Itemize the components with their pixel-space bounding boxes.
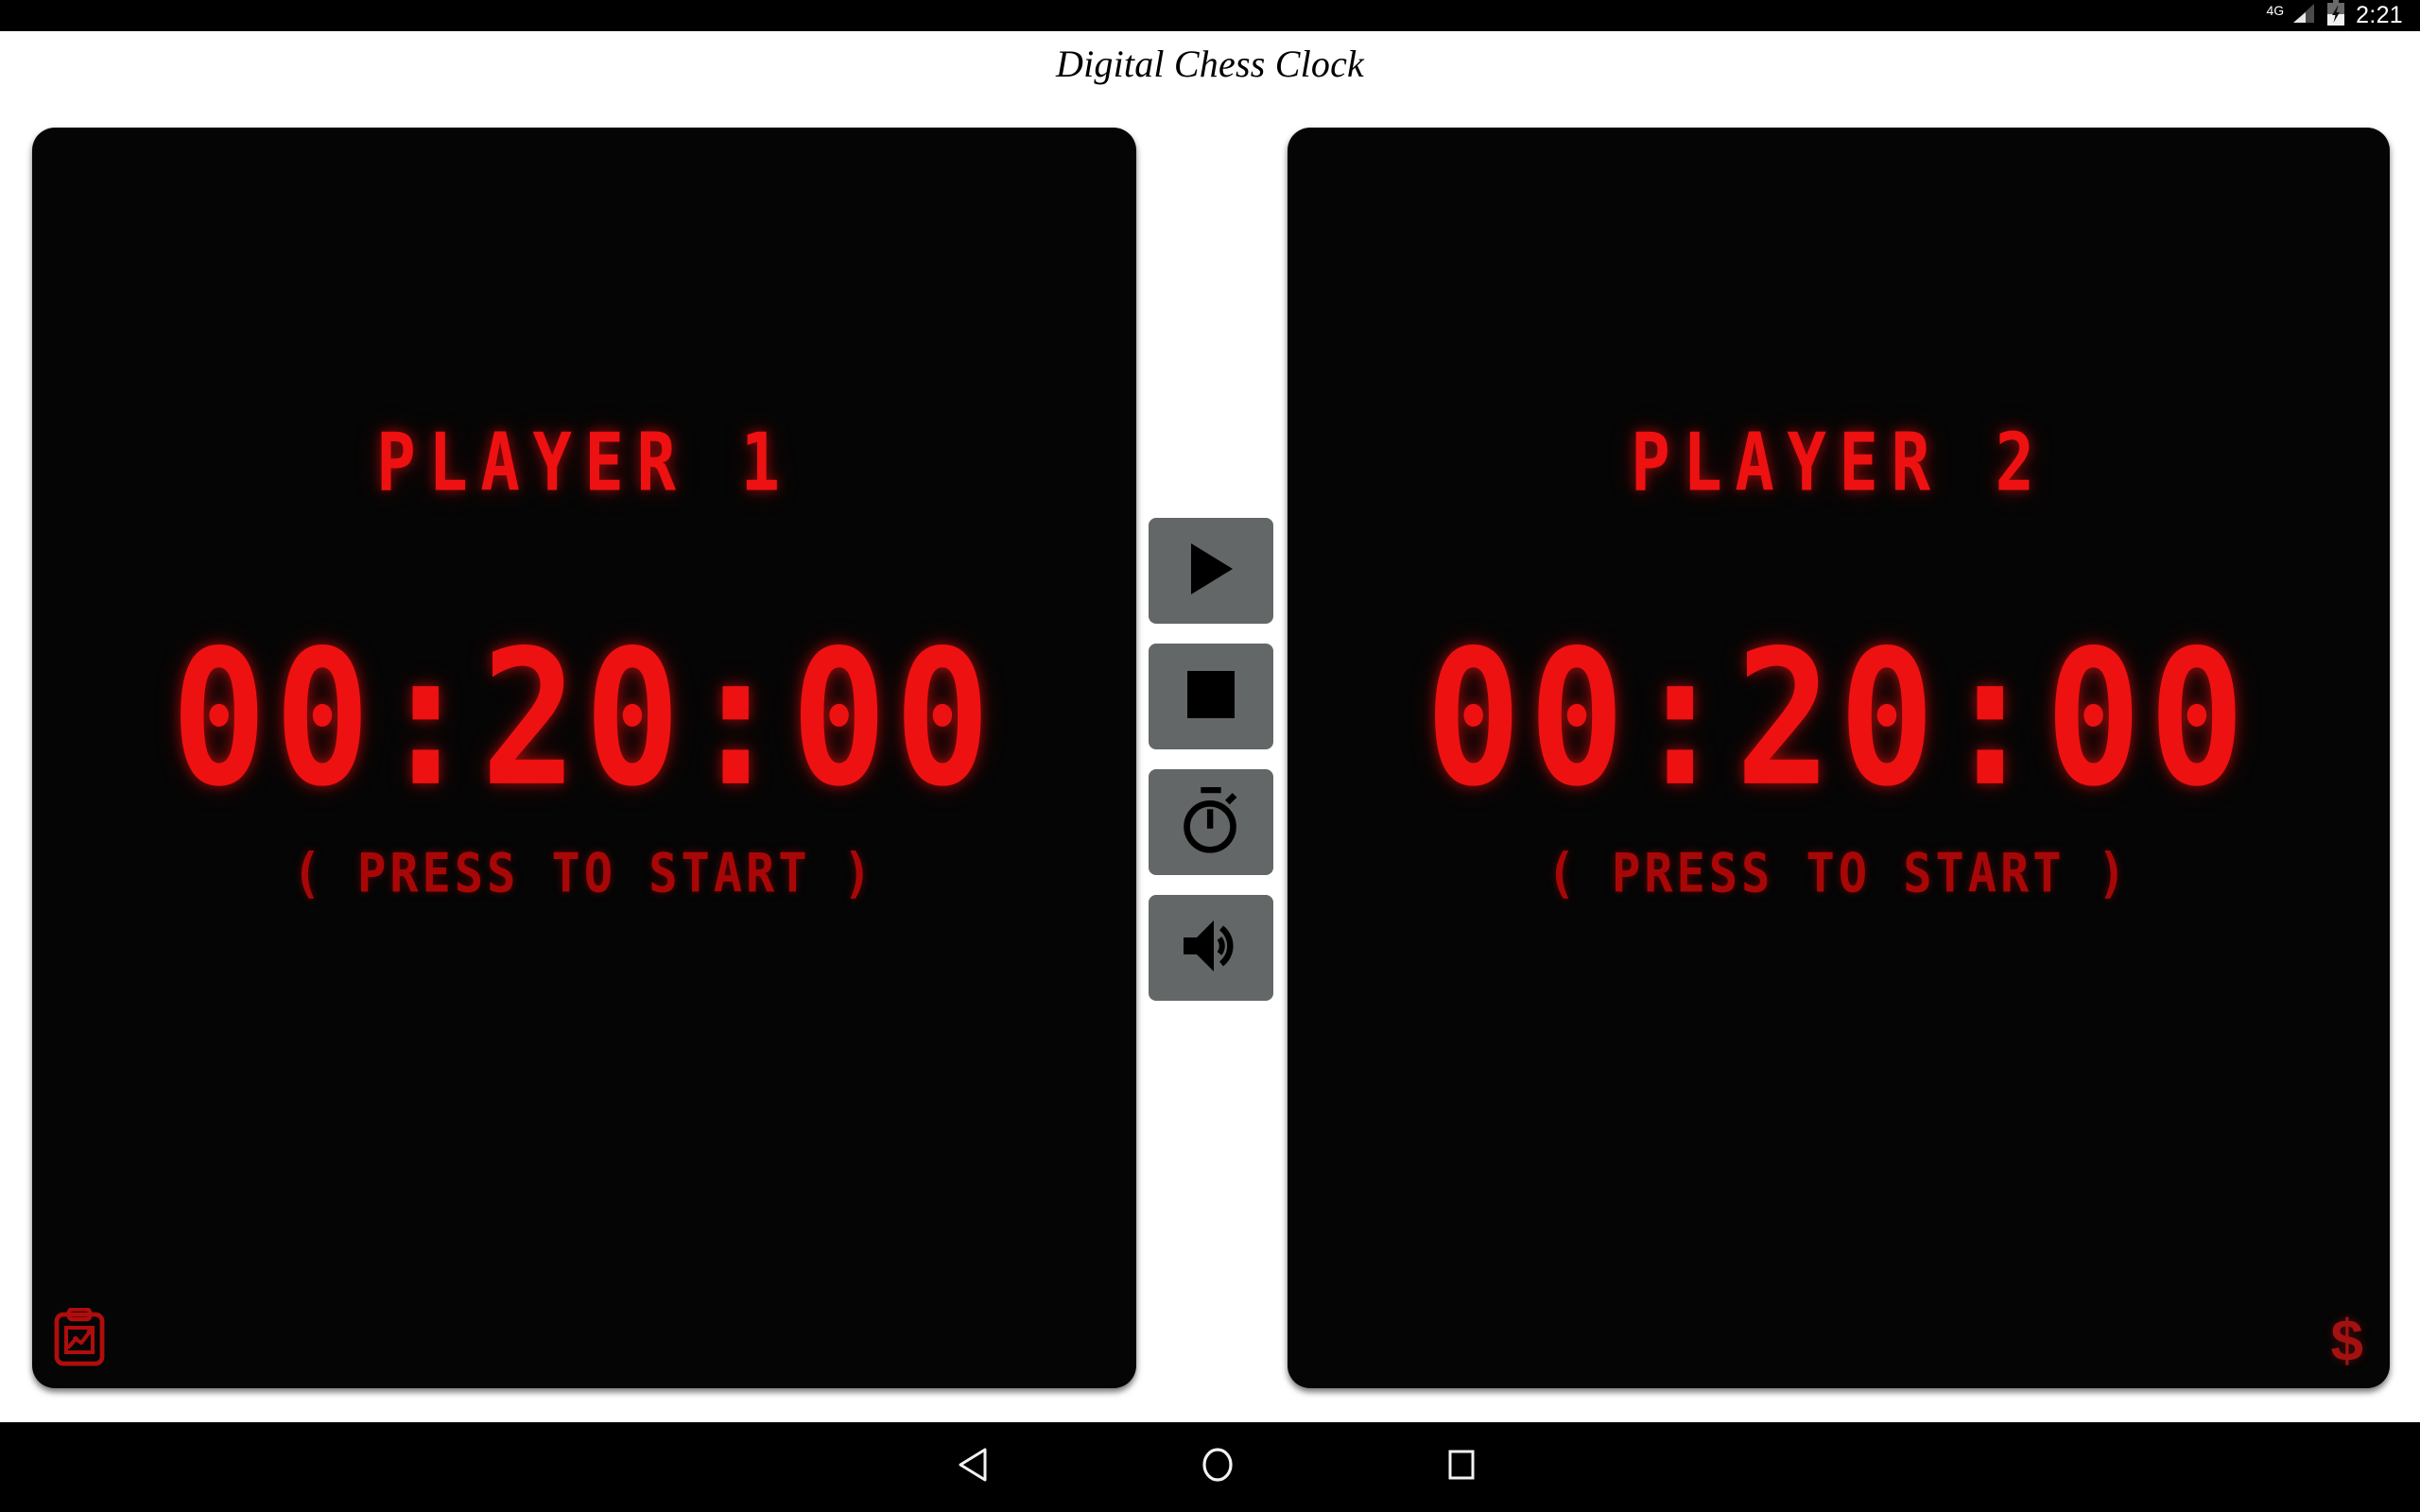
play-button[interactable] (1149, 517, 1273, 624)
home-circle-icon (1198, 1443, 1237, 1491)
player-one-panel[interactable]: PLAYER 1 00:20:00 ( PRESS TO START ) (32, 128, 1136, 1388)
recents-square-icon (1443, 1446, 1479, 1488)
player-two-panel[interactable]: PLAYER 2 00:20:00 ( PRESS TO START ) $ (1288, 128, 2390, 1388)
stopwatch-icon (1178, 786, 1244, 857)
player-one-content: PLAYER 1 00:20:00 ( PRESS TO START ) (32, 128, 1136, 1388)
volume-icon (1180, 917, 1242, 978)
player-one-name: PLAYER 1 (375, 415, 793, 509)
nav-back-button[interactable] (879, 1422, 1068, 1512)
player-two-name: PLAYER 2 (1630, 415, 2048, 509)
player-two-hint: ( PRESS TO START ) (1547, 843, 2131, 905)
player-one-time: 00:20:00 (170, 609, 998, 828)
status-bar-right-cluster: 4G 2:21 (2266, 0, 2403, 31)
play-icon (1185, 541, 1236, 599)
stop-icon (1187, 671, 1235, 721)
player-two-content: PLAYER 2 00:20:00 ( PRESS TO START ) (1288, 128, 2390, 1388)
scoresheet-clipboard-icon[interactable] (53, 1307, 106, 1371)
timer-button[interactable] (1149, 768, 1273, 875)
player-two-time: 00:20:00 (1425, 609, 2253, 828)
android-navigation-bar (0, 1422, 2420, 1512)
android-status-bar: 4G 2:21 (0, 0, 2420, 31)
status-bar-clock: 2:21 (2356, 2, 2403, 28)
battery-charging-icon (2326, 0, 2345, 31)
dollar-sign-icon[interactable]: $ (2331, 1313, 2363, 1371)
player-one-hint: ( PRESS TO START ) (292, 843, 876, 905)
nav-home-button[interactable] (1123, 1422, 1312, 1512)
nav-recents-button[interactable] (1367, 1422, 1556, 1512)
chess-clock-main: PLAYER 1 00:20:00 ( PRESS TO START ) PLA… (0, 95, 2420, 1422)
page-title: Digital Chess Clock (1055, 42, 1364, 85)
sound-button[interactable] (1149, 894, 1273, 1001)
signal-bars-icon (2291, 2, 2316, 29)
back-triangle-icon (956, 1446, 992, 1488)
network-type-label: 4G (2266, 2, 2285, 18)
control-button-column (1146, 95, 1276, 1422)
dollar-sign-glyph: $ (2330, 1309, 2363, 1374)
stop-button[interactable] (1149, 643, 1273, 749)
